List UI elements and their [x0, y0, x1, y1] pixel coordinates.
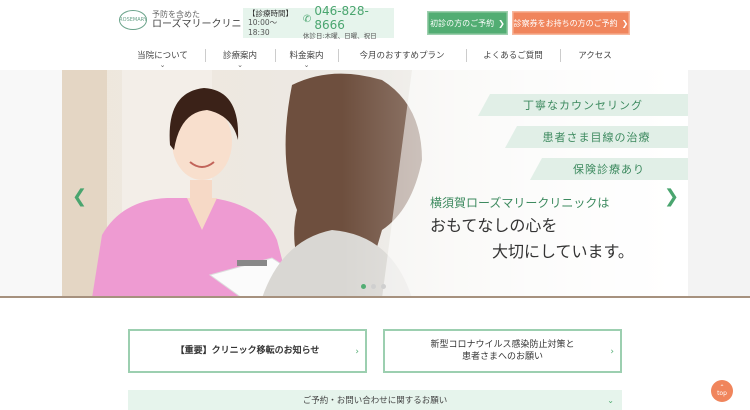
notice-covid-measures[interactable]: 新型コロナウイルス感染防止対策と 患者さまへのお願い › [383, 329, 622, 373]
notice-title-line-2: 患者さまへのお願い [461, 352, 543, 362]
inquiry-accordion[interactable]: ご予約・お問い合わせに関するお願い ⌄ [128, 390, 622, 410]
feature-tag-counseling: 丁寧なカウンセリング [478, 94, 688, 116]
chevron-down-icon: ⌄ [303, 61, 310, 69]
hero-copy-line-1: 横須賀ローズマリークリニックは [430, 196, 610, 210]
nav-item-faq[interactable]: よくあるご質問 [466, 46, 560, 68]
slider-dot-3[interactable] [381, 284, 386, 289]
slider-pagination [361, 284, 386, 289]
hours-time: 10:00〜18:30 [248, 18, 278, 37]
chevron-right-icon: › [610, 347, 614, 357]
hero-left-margin [0, 70, 62, 298]
return-patient-reservation-button[interactable]: 診察券をお持ちの方のご予約 ❯ [512, 11, 630, 35]
chevron-down-icon: ⌄ [607, 396, 614, 405]
feature-tag-text: 丁寧なカウンセリング [523, 99, 643, 112]
phone-icon: ✆ [302, 13, 312, 25]
logo-emblem-icon: ROSEMARY [119, 10, 147, 31]
hero-divider [0, 296, 750, 298]
feature-tag-text: 患者さま目線の治療 [542, 131, 651, 144]
closed-days: 休診日:木曜、日曜、祝日 [302, 32, 377, 41]
first-visit-reservation-button[interactable]: 初診の方のご予約 ❯ [427, 11, 508, 35]
nav-item-access[interactable]: アクセス [560, 46, 630, 68]
nav-item-about[interactable]: 当院について ⌄ [120, 46, 205, 69]
chevron-right-icon: ❯ [498, 18, 505, 28]
chevron-down-icon: ⌄ [159, 61, 166, 69]
ticket-button-label: 診察券をお持ちの方のご予約 [513, 18, 618, 28]
slider-dot-2[interactable] [371, 284, 376, 289]
hours-label: 【診療時間】 [248, 8, 293, 18]
chevron-right-icon: ❯ [621, 18, 629, 28]
nav-item-fees[interactable]: 料金案内 ⌄ [275, 46, 338, 69]
site-header: ROSEMARY 予防を含めた ローズマリークリニック 【診療時間】 10:00… [0, 0, 750, 46]
feature-tag-patient-view: 患者さま目線の治療 [505, 126, 688, 148]
hero-catchcopy: 横須賀ローズマリークリニックは おもてなしの心を 大切にしています。 [430, 196, 640, 261]
back-to-top-button[interactable]: ⌃ top [711, 380, 733, 402]
nav-label: 診療案内 [222, 51, 257, 61]
page: ROSEMARY 予防を含めた ローズマリークリニック 【診療時間】 10:00… [0, 0, 750, 410]
phone-number[interactable]: 046-828-8666 [314, 5, 394, 33]
inquiry-label: ご予約・お問い合わせに関するお願い [302, 396, 448, 406]
notice-title-line-1: 新型コロナウイルス感染防止対策と [430, 339, 575, 350]
hero-right-margin [688, 70, 750, 298]
nav-label: よくあるご質問 [483, 51, 543, 61]
feature-tag-text: 保険診療あり [573, 163, 645, 176]
nav-label: 料金案内 [289, 51, 324, 61]
back-to-top-label: top [717, 390, 727, 397]
feature-tag-insurance: 保険診療あり [530, 158, 688, 180]
nav-label: 当院について [137, 51, 188, 61]
notice-clinic-relocation[interactable]: 【重要】クリニック移転のお知らせ › [128, 329, 367, 373]
main-nav: 当院について ⌄ 診療案内 ⌄ 料金案内 ⌄ 今月のおすすめプラン よくあるご質… [120, 46, 630, 69]
chevron-down-icon: ⌄ [237, 61, 243, 69]
notice-title: 【重要】クリニック移転のお知らせ [175, 345, 320, 356]
hero-slider: 丁寧なカウンセリング 患者さま目線の治療 保険診療あり ❮ ❯ [0, 70, 750, 298]
nav-label: アクセス [578, 51, 612, 61]
nav-item-monthly-plan[interactable]: 今月のおすすめプラン [338, 46, 466, 68]
hours-box: 【診療時間】 10:00〜18:30 ✆ 046-828-8666 休診日:木曜… [243, 5, 394, 41]
logo-emblem-text: ROSEMARY [119, 17, 147, 24]
nav-label: 今月のおすすめプラン [359, 51, 445, 61]
hero-copy-line-2: おもてなしの心を [430, 216, 558, 236]
slider-prev-arrow-icon[interactable]: ❮ [72, 186, 87, 207]
chevron-right-icon: › [355, 347, 359, 357]
slider-dot-1[interactable] [361, 284, 366, 289]
first-visit-button-label: 初診の方のご予約 [430, 18, 495, 28]
clinic-logo[interactable]: ROSEMARY 予防を含めた ローズマリークリニック [119, 10, 262, 31]
slider-next-arrow-icon[interactable]: ❯ [664, 186, 679, 207]
nav-item-treatments[interactable]: 診療案内 ⌄ [205, 46, 275, 69]
hero-copy-line-3: 大切にしています。 [492, 241, 634, 261]
